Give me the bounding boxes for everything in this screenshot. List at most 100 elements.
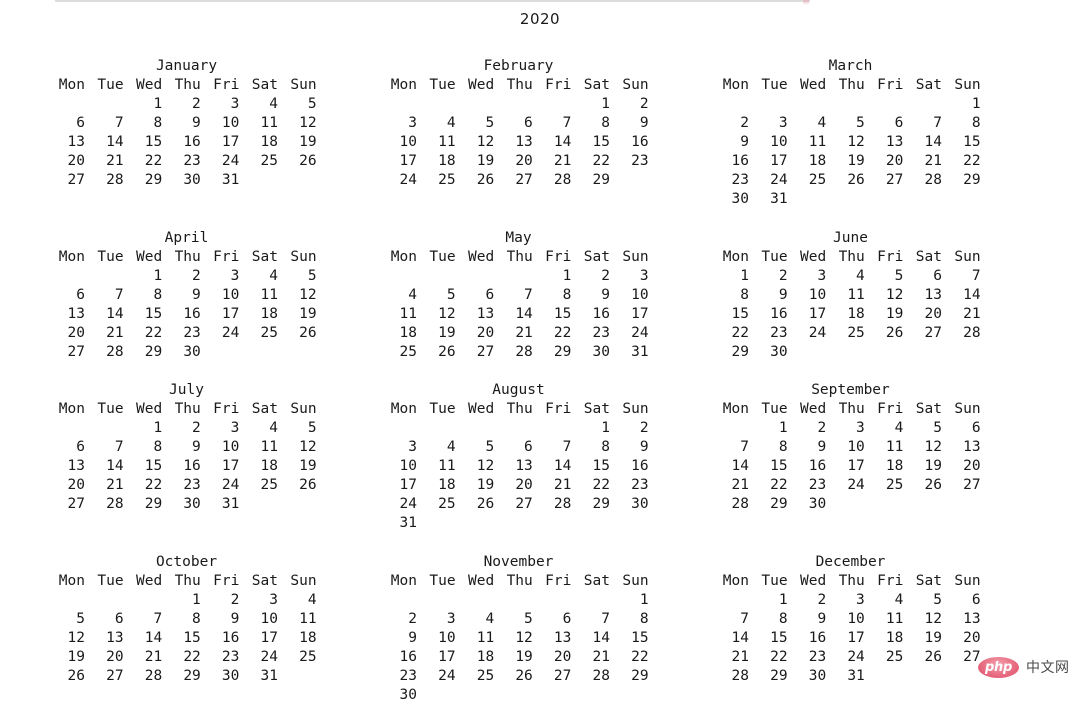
day-cell[interactable]: 11 (429, 457, 455, 476)
day-cell[interactable]: 9 (622, 114, 649, 133)
day-cell[interactable]: 15 (135, 133, 162, 152)
day-cell[interactable]: 2 (174, 95, 201, 114)
day-cell[interactable]: 22 (174, 648, 200, 667)
day-cell[interactable]: 7 (135, 610, 162, 629)
day-cell[interactable]: 19 (290, 305, 316, 324)
day-cell[interactable]: 21 (954, 305, 980, 324)
day-cell[interactable]: 25 (876, 648, 903, 667)
day-cell[interactable]: 14 (506, 305, 532, 324)
day-cell[interactable]: 14 (97, 457, 123, 476)
day-cell[interactable]: 30 (174, 343, 200, 362)
day-cell[interactable]: 18 (290, 629, 316, 648)
day-cell[interactable]: 28 (97, 343, 123, 362)
day-cell[interactable]: 8 (722, 286, 749, 305)
day-cell[interactable]: 1 (135, 267, 162, 286)
day-cell[interactable]: 26 (290, 324, 316, 343)
day-cell[interactable]: 28 (915, 171, 942, 190)
day-cell[interactable]: 18 (251, 457, 278, 476)
day-cell[interactable]: 4 (799, 114, 826, 133)
day-cell[interactable]: 21 (722, 648, 749, 667)
day-cell[interactable]: 26 (838, 171, 864, 190)
day-cell[interactable]: 11 (251, 114, 278, 133)
day-cell[interactable]: 3 (212, 419, 240, 438)
day-cell[interactable]: 7 (722, 438, 749, 457)
day-cell[interactable]: 16 (622, 133, 648, 152)
day-cell[interactable]: 8 (583, 438, 610, 457)
day-cell[interactable]: 31 (212, 171, 239, 190)
day-cell[interactable]: 30 (799, 495, 826, 514)
day-cell[interactable]: 7 (97, 114, 124, 133)
day-cell[interactable]: 29 (954, 171, 980, 190)
day-cell[interactable]: 30 (722, 190, 749, 209)
day-cell[interactable]: 6 (506, 114, 533, 133)
day-cell[interactable]: 17 (212, 133, 239, 152)
day-cell[interactable]: 18 (467, 648, 494, 667)
day-cell[interactable]: 5 (290, 267, 317, 286)
day-cell[interactable]: 1 (622, 591, 649, 610)
day-cell[interactable]: 20 (876, 152, 903, 171)
day-cell[interactable]: 11 (838, 286, 864, 305)
day-cell[interactable]: 21 (135, 648, 162, 667)
day-cell[interactable]: 24 (429, 667, 455, 686)
day-cell[interactable]: 27 (915, 324, 942, 343)
day-cell[interactable]: 20 (954, 457, 980, 476)
day-cell[interactable]: 10 (212, 438, 239, 457)
day-cell[interactable]: 23 (799, 648, 826, 667)
day-cell[interactable]: 23 (722, 171, 749, 190)
day-cell[interactable]: 10 (390, 457, 417, 476)
day-cell[interactable]: 13 (467, 305, 494, 324)
day-cell[interactable]: 13 (954, 610, 980, 629)
day-cell[interactable]: 3 (622, 267, 649, 286)
day-cell[interactable]: 1 (135, 419, 162, 438)
day-cell[interactable]: 25 (429, 495, 455, 514)
day-cell[interactable]: 6 (915, 267, 942, 286)
day-cell[interactable]: 27 (544, 667, 571, 686)
day-cell[interactable]: 4 (390, 286, 417, 305)
day-cell[interactable]: 28 (544, 171, 571, 190)
day-cell[interactable]: 31 (761, 190, 787, 209)
day-cell[interactable]: 15 (622, 629, 648, 648)
day-cell[interactable]: 23 (583, 324, 610, 343)
day-cell[interactable]: 24 (838, 476, 864, 495)
day-cell[interactable]: 26 (506, 667, 532, 686)
day-cell[interactable]: 31 (622, 343, 648, 362)
day-cell[interactable]: 19 (467, 476, 494, 495)
day-cell[interactable]: 3 (390, 438, 417, 457)
day-cell[interactable]: 22 (135, 152, 162, 171)
day-cell[interactable]: 19 (838, 152, 864, 171)
day-cell[interactable]: 28 (583, 667, 610, 686)
day-cell[interactable]: 12 (58, 629, 85, 648)
day-cell[interactable]: 30 (622, 495, 648, 514)
day-cell[interactable]: 28 (544, 495, 571, 514)
day-cell[interactable]: 22 (722, 324, 749, 343)
day-cell[interactable]: 25 (799, 171, 826, 190)
day-cell[interactable]: 27 (954, 648, 980, 667)
day-cell[interactable]: 8 (174, 610, 201, 629)
day-cell[interactable]: 15 (954, 133, 980, 152)
day-cell[interactable]: 17 (390, 152, 417, 171)
day-cell[interactable]: 6 (467, 286, 494, 305)
day-cell[interactable]: 21 (506, 324, 532, 343)
day-cell[interactable]: 11 (290, 610, 316, 629)
day-cell[interactable]: 2 (761, 267, 788, 286)
day-cell[interactable]: 8 (954, 114, 981, 133)
day-cell[interactable]: 29 (622, 667, 648, 686)
day-cell[interactable]: 20 (467, 324, 494, 343)
day-cell[interactable]: 1 (761, 419, 788, 438)
day-cell[interactable]: 24 (761, 171, 787, 190)
day-cell[interactable]: 22 (583, 476, 610, 495)
day-cell[interactable]: 27 (506, 495, 532, 514)
day-cell[interactable]: 24 (212, 476, 239, 495)
day-cell[interactable]: 11 (467, 629, 494, 648)
day-cell[interactable]: 8 (761, 610, 788, 629)
day-cell[interactable]: 1 (174, 591, 201, 610)
day-cell[interactable]: 21 (97, 152, 123, 171)
day-cell[interactable]: 8 (761, 438, 788, 457)
day-cell[interactable]: 8 (583, 114, 610, 133)
day-cell[interactable]: 18 (429, 476, 455, 495)
day-cell[interactable]: 19 (429, 324, 455, 343)
day-cell[interactable]: 5 (838, 114, 865, 133)
day-cell[interactable]: 3 (838, 591, 865, 610)
day-cell[interactable]: 7 (97, 286, 124, 305)
day-cell[interactable]: 2 (622, 95, 649, 114)
